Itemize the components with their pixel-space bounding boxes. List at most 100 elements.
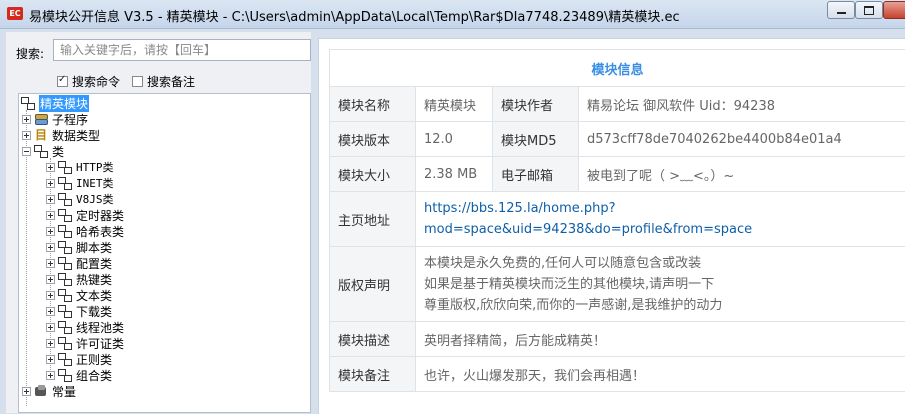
class-icon <box>58 225 72 237</box>
copyright-label: 版权声明 <box>330 247 416 322</box>
minimize-button[interactable] <box>827 1 855 19</box>
copyright-line: 尊重版权,欣欣向荣,而你的一声感谢,是我维护的动力 <box>424 295 897 316</box>
copyright-line: 本模块是永久免费的,任何人可以随意包含或改装 <box>424 253 897 274</box>
tree-item-datatypes[interactable]: 目 数据类型 <box>22 127 100 143</box>
class-item[interactable]: 线程池类 <box>46 319 124 335</box>
maximize-icon <box>864 6 874 15</box>
left-pane: 搜索: 搜索命令 搜索备注 精英模块 子程序 目 数据类型 类 HTT <box>6 32 311 413</box>
expand-icon[interactable] <box>46 211 55 220</box>
homepage-line[interactable]: https://bbs.125.la/home.php? <box>424 198 897 219</box>
class-item[interactable]: 配置类 <box>46 255 112 271</box>
expand-icon[interactable] <box>46 323 55 332</box>
class-item[interactable]: 定时器类 <box>46 207 124 223</box>
class-icon <box>58 369 72 381</box>
class-icon <box>58 209 72 221</box>
info-pane: 模块信息 模块名称 精英模块 模块作者 精易论坛 御风软件 Uid：94238 … <box>318 38 905 414</box>
class-item[interactable]: 文本类 <box>46 287 112 303</box>
expand-icon[interactable] <box>46 227 55 236</box>
class-icon <box>58 241 72 253</box>
window-title: 易模块公开信息 V3.5 - 精英模块 - C:\Users\admin\App… <box>29 6 680 25</box>
module-info-table: 模块信息 模块名称 精英模块 模块作者 精易论坛 御风软件 Uid：94238 … <box>329 49 905 392</box>
class-icon <box>58 337 72 349</box>
expand-icon[interactable] <box>46 243 55 252</box>
md5-value: d573cff78de7040262be4400b84e01a4 <box>579 122 905 157</box>
author-value: 精易论坛 御风软件 Uid：94238 <box>579 87 905 122</box>
checkbox-box[interactable] <box>57 76 68 87</box>
version-value: 12.0 <box>416 122 493 157</box>
class-icon <box>58 321 72 333</box>
tree-icon <box>21 97 35 109</box>
expand-icon[interactable] <box>46 339 55 348</box>
expand-icon[interactable] <box>46 195 55 204</box>
tree-item-subprograms[interactable]: 子程序 <box>22 111 88 127</box>
author-label: 模块作者 <box>493 87 579 122</box>
class-icon <box>58 193 72 205</box>
maximize-button[interactable] <box>855 1 883 19</box>
desc-label: 模块描述 <box>330 322 416 357</box>
size-value: 2.38 MB <box>416 157 493 192</box>
search-notes-checkbox[interactable]: 搜索备注 <box>132 73 195 90</box>
module-tree[interactable]: 精英模块 子程序 目 数据类型 类 HTTP类 INET类 V8JS类 定时器类… <box>18 93 311 413</box>
checkbox-label: 搜索命令 <box>72 73 120 90</box>
expand-icon[interactable] <box>22 115 31 124</box>
homepage-label: 主页地址 <box>330 192 416 247</box>
email-label: 电子邮箱 <box>493 157 579 192</box>
class-item[interactable]: 脚本类 <box>46 239 112 255</box>
tree-item-constants[interactable]: 常量 <box>22 383 76 399</box>
minimize-icon <box>837 12 846 14</box>
class-icon <box>58 353 72 365</box>
class-icon <box>58 257 72 269</box>
expand-icon[interactable] <box>46 307 55 316</box>
tree-root-label: 精英模块 <box>39 95 89 112</box>
close-button[interactable] <box>883 1 905 19</box>
class-item[interactable]: INET类 <box>46 175 114 191</box>
class-item[interactable]: 哈希表类 <box>46 223 124 239</box>
constant-icon <box>34 385 48 397</box>
class-item[interactable]: 许可证类 <box>46 335 124 351</box>
email-value: 被电到了呢（ >﹏<。）~ <box>579 157 905 192</box>
stack-icon <box>34 113 48 125</box>
search-commands-checkbox[interactable]: 搜索命令 <box>57 73 120 90</box>
expand-icon[interactable] <box>46 291 55 300</box>
class-icon <box>58 161 72 173</box>
copyright-text: 本模块是永久免费的,任何人可以随意包含或改装 如果是基于精英模块而泛生的其他模块… <box>416 247 905 322</box>
expand-icon[interactable] <box>46 179 55 188</box>
tree-item-classes[interactable]: 类 <box>22 143 64 159</box>
class-item[interactable]: HTTP类 <box>46 159 114 175</box>
expand-icon[interactable] <box>22 131 31 140</box>
size-label: 模块大小 <box>330 157 416 192</box>
copyright-line: 如果是基于精英模块而泛生的其他模块,请声明一下 <box>424 274 897 295</box>
expand-icon[interactable] <box>46 163 55 172</box>
expand-icon[interactable] <box>46 355 55 364</box>
search-label: 搜索: <box>16 45 44 62</box>
app-icon: EC <box>7 7 23 20</box>
note-label: 模块备注 <box>330 357 416 392</box>
class-item[interactable]: 热键类 <box>46 271 112 287</box>
class-icon <box>58 177 72 189</box>
md5-label: 模块MD5 <box>493 122 579 157</box>
class-item[interactable]: 组合类 <box>46 367 112 383</box>
class-icon <box>58 305 72 317</box>
class-item[interactable]: 下载类 <box>46 303 112 319</box>
version-label: 模块版本 <box>330 122 416 157</box>
checkbox-label: 搜索备注 <box>147 73 195 90</box>
collapse-icon[interactable] <box>22 147 31 156</box>
expand-icon[interactable] <box>46 259 55 268</box>
class-item[interactable]: V8JS类 <box>46 191 114 207</box>
tree-icon <box>34 145 48 157</box>
expand-icon[interactable] <box>46 371 55 380</box>
homepage-line[interactable]: mod=space&uid=94238&do=profile&from=spac… <box>424 219 897 240</box>
checkbox-box[interactable] <box>132 76 143 87</box>
tree-root[interactable]: 精英模块 <box>21 95 89 111</box>
homepage-link[interactable]: https://bbs.125.la/home.php? mod=space&u… <box>416 192 905 247</box>
class-item[interactable]: 正则类 <box>46 351 112 367</box>
search-input[interactable] <box>53 39 311 61</box>
expand-icon[interactable] <box>46 275 55 284</box>
class-icon <box>58 289 72 301</box>
class-icon <box>58 273 72 285</box>
note-value: 也许，火山爆发那天，我们会再相遇！ <box>416 357 905 392</box>
expand-icon[interactable] <box>22 387 31 396</box>
name-value: 精英模块 <box>416 87 493 122</box>
info-header: 模块信息 <box>330 50 905 87</box>
name-label: 模块名称 <box>330 87 416 122</box>
